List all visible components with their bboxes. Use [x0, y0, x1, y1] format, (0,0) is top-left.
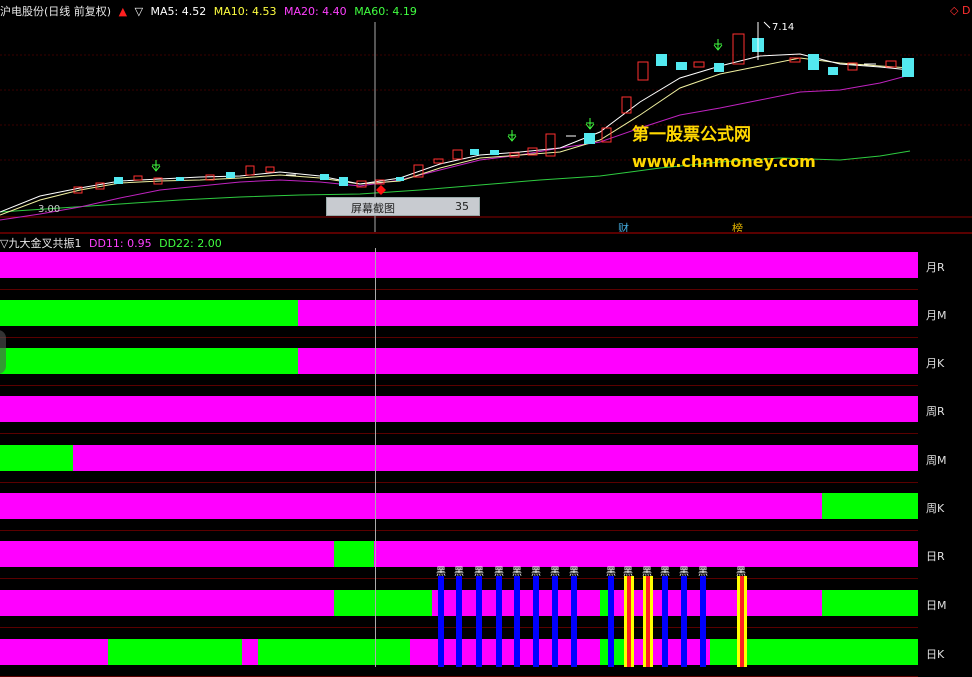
black-label-5: 黑 — [512, 566, 522, 578]
dd22-value: DD22: 2.00 — [159, 237, 222, 250]
row-label-6: 周K — [926, 502, 945, 515]
red-signal-core-1 — [627, 576, 631, 667]
row-divider-4 — [0, 433, 918, 434]
row-segment-6-2 — [822, 493, 918, 519]
sell-diamond-icon — [376, 185, 386, 195]
scroll-handle[interactable] — [0, 330, 6, 374]
low-price-label: 3.00 — [38, 204, 61, 215]
row-label-2: 月M — [926, 309, 947, 322]
row-segment-3-1 — [0, 348, 298, 374]
pane-divider[interactable] — [0, 232, 972, 234]
blue-signal-bar-4 — [496, 576, 502, 667]
indicator-header: ▽九大金叉共振1 DD11: 0.95 DD22: 2.00 — [0, 235, 226, 251]
row-label-3: 月K — [926, 357, 945, 370]
blue-signal-bar-12 — [700, 576, 706, 667]
blue-signal-bar-6 — [533, 576, 539, 667]
blue-signal-bar-8 — [571, 576, 577, 667]
black-label-1: 黑 — [436, 566, 446, 578]
black-label-3: 黑 — [474, 566, 484, 578]
ma10-line — [0, 57, 911, 216]
black-label-y3: 黑 — [736, 566, 746, 578]
blue-signal-bar-7 — [552, 576, 558, 667]
black-label-2: 黑 — [454, 566, 464, 578]
row-divider-5 — [0, 482, 918, 483]
row-segment-4-1 — [0, 396, 918, 422]
tooltip-value: 35 — [455, 200, 469, 213]
row-divider-6 — [0, 530, 918, 531]
blue-signal-bar-10 — [662, 576, 668, 667]
row-segment-6-1 — [0, 493, 822, 519]
row-segment-5-2 — [73, 445, 918, 471]
blue-signal-bar-3 — [476, 576, 482, 667]
row-divider-1 — [0, 289, 918, 290]
candlestick-chart[interactable] — [0, 0, 972, 232]
row-segment-2-1 — [0, 300, 298, 326]
blue-signal-bar-2 — [456, 576, 462, 667]
row-label-4: 周R — [926, 405, 945, 418]
row-label-5: 周M — [926, 454, 947, 467]
red-signal-core-2 — [646, 576, 650, 667]
black-label-9: 黑 — [606, 566, 616, 578]
black-label-10: 黑 — [660, 566, 670, 578]
row-divider-3 — [0, 385, 918, 386]
black-signal-bars: 黑黑黑黑黑黑黑黑黑黑黑黑黑黑黑 — [436, 566, 747, 667]
black-label-y1: 黑 — [623, 566, 633, 578]
black-label-y2: 黑 — [642, 566, 652, 578]
black-label-12: 黑 — [698, 566, 708, 578]
row-divider-2 — [0, 337, 918, 338]
watermark-url: www.chnmoney.com — [632, 152, 816, 171]
high-price-label: 7.14 — [772, 22, 795, 33]
red-signal-core-3 — [740, 576, 744, 667]
tooltip-label: 屏幕截图 — [351, 202, 395, 215]
black-label-8: 黑 — [569, 566, 579, 578]
blue-signal-bar-5 — [514, 576, 520, 667]
indicator-title[interactable]: ▽九大金叉共振1 — [0, 237, 81, 250]
row-segment-1-1 — [0, 252, 918, 278]
black-label-4: 黑 — [494, 566, 504, 578]
watermark-title: 第一股票公式网 — [632, 125, 751, 145]
blue-signal-bar-11 — [681, 576, 687, 667]
grid-lines — [0, 54, 972, 161]
cursor-line-lower — [375, 248, 376, 667]
row-segment-2-2 — [298, 300, 918, 326]
black-label-11: 黑 — [679, 566, 689, 578]
row-segment-3-2 — [298, 348, 918, 374]
black-label-6: 黑 — [531, 566, 541, 578]
row-segment-5-1 — [0, 445, 73, 471]
blue-signal-bar-9 — [608, 576, 614, 667]
row-label-1: 月R — [926, 261, 945, 274]
dd11-value: DD11: 0.95 — [88, 237, 152, 250]
screenshot-tooltip: 屏幕截图 35 — [326, 197, 480, 216]
black-label-7: 黑 — [550, 566, 560, 578]
blue-signal-bar-1 — [438, 576, 444, 667]
ma5-line — [0, 53, 911, 213]
